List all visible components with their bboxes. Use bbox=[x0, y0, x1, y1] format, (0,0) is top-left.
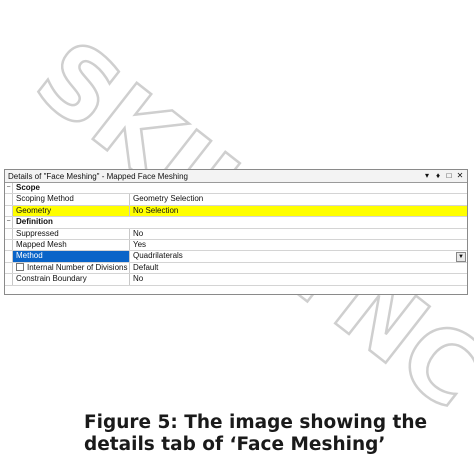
row-gutter bbox=[5, 251, 13, 262]
caption-line-2: details tab of ‘Face Meshing’ bbox=[84, 434, 386, 455]
internal-divisions-label: Internal Number of Divisions bbox=[27, 262, 128, 272]
row-suppressed[interactable]: Suppressed No bbox=[5, 228, 467, 240]
constrain-boundary-label: Constrain Boundary bbox=[13, 274, 130, 285]
mapped-mesh-label: Mapped Mesh bbox=[13, 239, 130, 251]
method-label: Method bbox=[13, 251, 130, 262]
maximize-icon[interactable]: □ bbox=[445, 171, 453, 181]
geometry-value[interactable]: No Selection bbox=[130, 205, 467, 217]
figure-caption: Figure 5: The image showing the details … bbox=[84, 412, 474, 456]
row-scoping-method[interactable]: Scoping Method Geometry Selection bbox=[5, 194, 467, 206]
method-value: Quadrilaterals bbox=[133, 251, 183, 261]
row-gutter bbox=[5, 274, 13, 285]
geometry-label: Geometry bbox=[13, 205, 130, 217]
row-constrain-boundary[interactable]: Constrain Boundary No bbox=[5, 274, 467, 286]
parameter-checkbox[interactable] bbox=[16, 262, 24, 271]
collapse-icon[interactable]: − bbox=[5, 217, 13, 228]
suppressed-label: Suppressed bbox=[13, 228, 130, 239]
mapped-mesh-value[interactable]: Yes bbox=[130, 240, 467, 250]
row-gutter bbox=[5, 228, 13, 239]
row-internal-divisions[interactable]: Internal Number of Divisions Default bbox=[5, 262, 467, 275]
constrain-boundary-value[interactable]: No bbox=[130, 274, 467, 284]
details-panel-title: Details of "Face Meshing" - Mapped Face … bbox=[8, 171, 188, 181]
internal-divisions-value[interactable]: Default bbox=[130, 263, 467, 273]
close-icon[interactable]: ✕ bbox=[456, 171, 464, 181]
group-definition[interactable]: − Definition bbox=[5, 217, 467, 229]
chevron-down-icon[interactable]: ▼ bbox=[456, 252, 466, 263]
method-select[interactable]: Quadrilaterals ▼ bbox=[130, 251, 467, 263]
row-mapped-mesh[interactable]: Mapped Mesh Yes bbox=[5, 239, 467, 252]
auto-hide-icon[interactable]: ♦ bbox=[434, 171, 442, 181]
row-gutter bbox=[5, 205, 13, 217]
collapse-icon[interactable]: − bbox=[5, 183, 13, 194]
row-geometry[interactable]: Geometry No Selection bbox=[5, 205, 467, 218]
details-panel-titlebar: Details of "Face Meshing" - Mapped Face … bbox=[5, 170, 467, 183]
row-gutter bbox=[5, 239, 13, 251]
group-definition-label: Definition bbox=[16, 217, 53, 227]
details-panel: Details of "Face Meshing" - Mapped Face … bbox=[4, 169, 468, 295]
suppressed-value[interactable]: No bbox=[130, 229, 467, 239]
caption-line-1: Figure 5: The image showing the bbox=[84, 412, 428, 433]
group-scope-label: Scope bbox=[16, 183, 41, 192]
internal-divisions-cell: Internal Number of Divisions bbox=[13, 262, 130, 274]
row-method[interactable]: Method Quadrilaterals ▼ bbox=[5, 251, 467, 263]
scoping-method-value[interactable]: Geometry Selection bbox=[130, 194, 467, 204]
group-scope[interactable]: − Scope bbox=[5, 183, 467, 195]
scoping-method-label: Scoping Method bbox=[13, 194, 130, 205]
row-gutter bbox=[5, 194, 13, 205]
pin-dropdown-icon[interactable]: ▾ bbox=[423, 171, 431, 181]
row-gutter bbox=[5, 262, 13, 274]
